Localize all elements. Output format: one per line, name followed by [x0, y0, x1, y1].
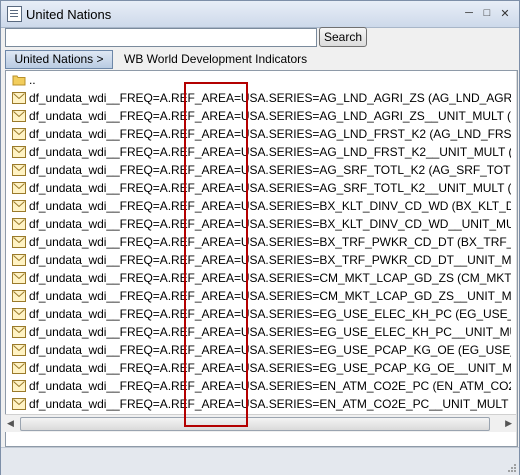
list-item-label: df_undata_wdi__FREQ=A.REF_AREA=USA.SERIE…	[29, 163, 511, 177]
dataset-icon	[12, 146, 26, 161]
close-button[interactable]: ✕	[497, 6, 513, 20]
file-list: .. df_undata_wdi__FREQ=A.REF_AREA=USA.SER…	[5, 70, 518, 447]
horizontal-scrollbar[interactable]: ◀ ▶	[5, 414, 516, 432]
scrollbar-thumb[interactable]	[20, 417, 490, 431]
list-item-label: df_undata_wdi__FREQ=A.REF_AREA=USA.SERIE…	[29, 397, 511, 411]
dataset-icon	[12, 164, 26, 179]
list-item[interactable]: df_undata_wdi__FREQ=A.REF_AREA=USA.SERIE…	[6, 269, 511, 287]
list-item[interactable]: df_undata_wdi__FREQ=A.REF_AREA=USA.SERIE…	[6, 287, 511, 305]
dataset-icon	[12, 128, 26, 143]
list-item[interactable]: df_undata_wdi__FREQ=A.REF_AREA=USA.SERIE…	[6, 251, 511, 269]
list-item-label: df_undata_wdi__FREQ=A.REF_AREA=USA.SERIE…	[29, 343, 511, 357]
dataset-icon	[12, 380, 26, 395]
list-item-label: df_undata_wdi__FREQ=A.REF_AREA=USA.SERIE…	[29, 271, 511, 285]
list-item-label: df_undata_wdi__FREQ=A.REF_AREA=USA.SERIE…	[29, 199, 511, 213]
breadcrumb-item-wb-wdi[interactable]: WB World Development Indicators	[113, 50, 307, 69]
list-item-label: df_undata_wdi__FREQ=A.REF_AREA=USA.SERIE…	[29, 289, 511, 303]
status-bar	[1, 447, 519, 475]
list-item-label: df_undata_wdi__FREQ=A.REF_AREA=USA.SERIE…	[29, 181, 511, 195]
app-icon	[7, 6, 22, 22]
list-item[interactable]: df_undata_wdi__FREQ=A.REF_AREA=USA.SERIE…	[6, 215, 511, 233]
list-item[interactable]: df_undata_wdi__FREQ=A.REF_AREA=USA.SERIE…	[6, 359, 511, 377]
search-input[interactable]	[5, 28, 317, 47]
search-bar: Search	[5, 27, 515, 48]
dataset-icon	[12, 272, 26, 287]
app-window: United Nations ─ □ ✕ Search United Natio…	[0, 0, 520, 475]
list-item-label: df_undata_wdi__FREQ=A.REF_AREA=USA.SERIE…	[29, 217, 511, 231]
dataset-icon	[12, 290, 26, 305]
list-item-label: df_undata_wdi__FREQ=A.REF_AREA=USA.SERIE…	[29, 91, 511, 105]
dataset-icon	[12, 218, 26, 233]
list-item-label: df_undata_wdi__FREQ=A.REF_AREA=USA.SERIE…	[29, 307, 511, 321]
search-button[interactable]: Search	[319, 27, 367, 47]
list-item[interactable]: df_undata_wdi__FREQ=A.REF_AREA=USA.SERIE…	[6, 197, 511, 215]
breadcrumb: United Nations > WB World Development In…	[5, 50, 307, 69]
dataset-icon	[12, 200, 26, 215]
list-item[interactable]: df_undata_wdi__FREQ=A.REF_AREA=USA.SERIE…	[6, 395, 511, 413]
dataset-icon	[12, 398, 26, 413]
list-item-label: df_undata_wdi__FREQ=A.REF_AREA=USA.SERIE…	[29, 379, 511, 393]
list-item[interactable]: df_undata_wdi__FREQ=A.REF_AREA=USA.SERIE…	[6, 323, 511, 341]
list-item[interactable]: df_undata_wdi__FREQ=A.REF_AREA=USA.SERIE…	[6, 107, 511, 125]
list-item-label: df_undata_wdi__FREQ=A.REF_AREA=USA.SERIE…	[29, 325, 511, 339]
list-item-label: df_undata_wdi__FREQ=A.REF_AREA=USA.SERIE…	[29, 127, 511, 141]
dataset-icon	[12, 308, 26, 323]
minimize-button[interactable]: ─	[461, 6, 477, 20]
resize-grip-icon[interactable]	[507, 463, 517, 473]
list-item-label: df_undata_wdi__FREQ=A.REF_AREA=USA.SERIE…	[29, 145, 511, 159]
dataset-icon	[12, 362, 26, 377]
maximize-button[interactable]: □	[479, 6, 495, 20]
list-item[interactable]: df_undata_wdi__FREQ=A.REF_AREA=USA.SERIE…	[6, 341, 511, 359]
list-item[interactable]: df_undata_wdi__FREQ=A.REF_AREA=USA.SERIE…	[6, 125, 511, 143]
list-item-parent-folder[interactable]: ..	[6, 71, 511, 89]
dataset-icon	[12, 326, 26, 341]
breadcrumb-item-united-nations[interactable]: United Nations >	[5, 50, 113, 69]
dataset-icon	[12, 110, 26, 125]
list-item[interactable]: df_undata_wdi__FREQ=A.REF_AREA=USA.SERIE…	[6, 377, 511, 395]
dataset-icon	[12, 254, 26, 269]
list-item[interactable]: df_undata_wdi__FREQ=A.REF_AREA=USA.SERIE…	[6, 305, 511, 323]
list-item[interactable]: df_undata_wdi__FREQ=A.REF_AREA=USA.SERIE…	[6, 233, 511, 251]
list-item-label: ..	[29, 73, 36, 87]
folder-icon	[12, 74, 26, 89]
list-item[interactable]: df_undata_wdi__FREQ=A.REF_AREA=USA.SERIE…	[6, 89, 511, 107]
list-border	[516, 71, 517, 446]
dataset-icon	[12, 344, 26, 359]
dataset-icon	[12, 92, 26, 107]
list-item-label: df_undata_wdi__FREQ=A.REF_AREA=USA.SERIE…	[29, 253, 511, 267]
dataset-icon	[12, 236, 26, 251]
window-title: United Nations	[26, 7, 112, 22]
title-bar: United Nations ─ □ ✕	[1, 1, 519, 28]
list-item-label: df_undata_wdi__FREQ=A.REF_AREA=USA.SERIE…	[29, 235, 511, 249]
list-item[interactable]: df_undata_wdi__FREQ=A.REF_AREA=USA.SERIE…	[6, 179, 511, 197]
scroll-left-icon[interactable]: ◀	[7, 418, 14, 429]
list-item[interactable]: df_undata_wdi__FREQ=A.REF_AREA=USA.SERIE…	[6, 161, 511, 179]
list-item[interactable]: df_undata_wdi__FREQ=A.REF_AREA=USA.SERIE…	[6, 143, 511, 161]
dataset-icon	[12, 182, 26, 197]
list-item-label: df_undata_wdi__FREQ=A.REF_AREA=USA.SERIE…	[29, 361, 511, 375]
list-item-label: df_undata_wdi__FREQ=A.REF_AREA=USA.SERIE…	[29, 109, 511, 123]
scroll-right-icon[interactable]: ▶	[505, 418, 512, 429]
